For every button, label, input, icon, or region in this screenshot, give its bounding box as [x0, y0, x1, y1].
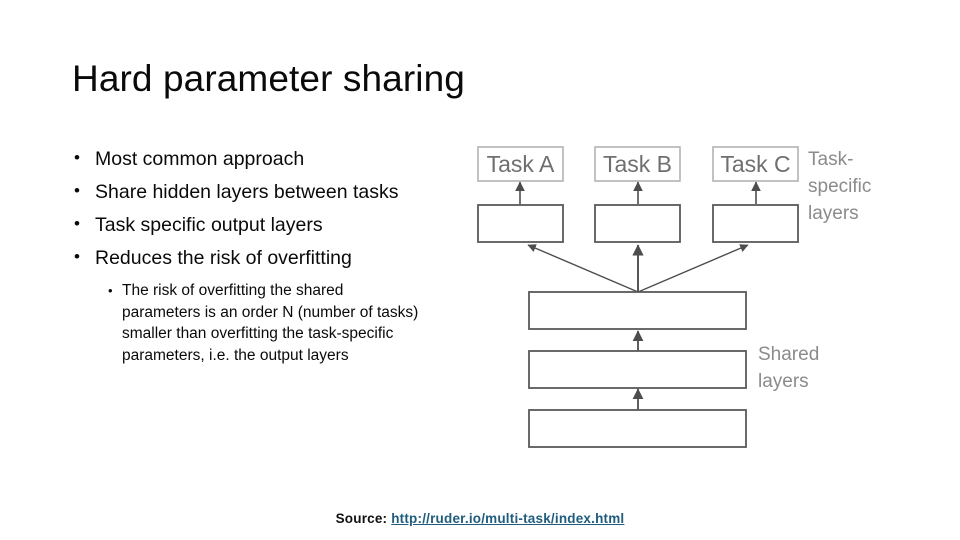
- task-hidden-box-a: [477, 204, 564, 243]
- task-box-a-label: Task A: [487, 151, 555, 177]
- list-item: • Share hidden layers between tasks: [72, 179, 462, 205]
- task-specific-layers-label: Task- specific layers: [808, 149, 872, 224]
- arrow-shared-to-hidden-c: [637, 244, 749, 293]
- sub-list-item-label: The risk of overfitting the shared param…: [122, 282, 419, 364]
- hard-parameter-sharing-diagram: Task A Task B Task C Task- specific laye…: [466, 138, 946, 468]
- bullet-marker-icon: •: [74, 247, 80, 266]
- task-hidden-box-c: [712, 204, 799, 243]
- page-title: Hard parameter sharing: [72, 58, 465, 99]
- list-item: • Reduces the risk of overfitting: [72, 245, 462, 271]
- source-link[interactable]: http://ruder.io/multi-task/index.html: [391, 511, 624, 526]
- source-line: Source: http://ruder.io/multi-task/index…: [0, 511, 960, 526]
- shared-layers-label: Shared layers: [758, 344, 820, 392]
- list-item-label: Most common approach: [95, 148, 305, 170]
- shared-layer-box-2: [528, 350, 747, 389]
- task-hidden-box-b: [594, 204, 681, 243]
- sub-list: • The risk of overfitting the shared par…: [72, 280, 462, 366]
- shared-layer-box-3: [528, 409, 747, 448]
- bullet-marker-icon: •: [74, 148, 80, 167]
- bullet-marker-icon: •: [74, 214, 80, 233]
- list-item: • Most common approach: [72, 146, 462, 172]
- list-item-label: Share hidden layers between tasks: [95, 181, 399, 203]
- task-box-b-label: Task B: [603, 151, 672, 177]
- shared-layer-box-1: [528, 291, 747, 330]
- bullet-marker-icon: •: [108, 283, 113, 298]
- body-text-block: • Most common approach • Share hidden la…: [72, 146, 462, 366]
- slide-canvas: Hard parameter sharing • Most common app…: [0, 0, 960, 540]
- list-item: • Task specific output layers: [72, 212, 462, 238]
- list-item-label: Reduces the risk of overfitting: [95, 247, 352, 269]
- source-prefix-label: Source:: [335, 511, 392, 526]
- sub-list-item: • The risk of overfitting the shared par…: [108, 280, 422, 366]
- list-item-label: Task specific output layers: [95, 214, 323, 236]
- arrow-shared-to-hidden-a: [527, 244, 639, 293]
- bullet-marker-icon: •: [74, 181, 80, 200]
- task-box-c-label: Task C: [720, 151, 790, 177]
